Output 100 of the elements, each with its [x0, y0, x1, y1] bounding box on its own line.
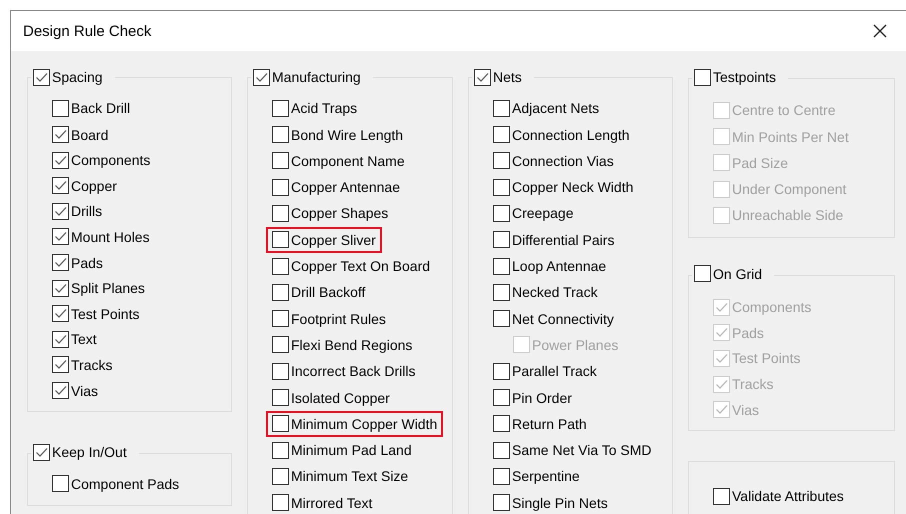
- checkbox[interactable]: [272, 178, 289, 196]
- checkbox[interactable]: [33, 444, 50, 461]
- checkbox-label[interactable]: Adjacent Nets: [512, 100, 600, 116]
- checkbox[interactable]: [694, 68, 711, 86]
- checkbox[interactable]: [272, 362, 289, 380]
- checkbox-label[interactable]: Keep In/Out: [52, 444, 127, 460]
- checkbox-label[interactable]: Bond Wire Length: [291, 126, 404, 143]
- checkbox[interactable]: [52, 126, 69, 144]
- checkbox[interactable]: [272, 100, 289, 117]
- checkbox[interactable]: [272, 442, 289, 459]
- checkbox-label[interactable]: Copper Antennae: [291, 179, 400, 196]
- checkbox[interactable]: [52, 152, 69, 169]
- checkbox[interactable]: [272, 494, 289, 512]
- checkbox-label[interactable]: Text: [71, 331, 97, 348]
- checkbox-label[interactable]: Single Pin Nets: [512, 494, 608, 511]
- checkbox-label[interactable]: Minimum Pad Land: [291, 442, 412, 458]
- checkbox[interactable]: [493, 389, 510, 406]
- checkbox-label[interactable]: Return Path: [512, 416, 587, 432]
- checkbox-label[interactable]: Copper Neck Width: [512, 179, 634, 196]
- checkbox-label[interactable]: Component Name: [291, 152, 405, 169]
- checkbox-label[interactable]: Split Planes: [71, 280, 145, 296]
- checkbox[interactable]: [52, 280, 69, 297]
- checkbox[interactable]: [52, 177, 69, 194]
- checkbox-label[interactable]: Nets: [493, 69, 522, 85]
- checkbox[interactable]: [33, 68, 50, 86]
- checkbox-label[interactable]: Net Connectivity: [512, 310, 614, 327]
- checkbox-label[interactable]: Test Points: [71, 306, 140, 322]
- checkbox[interactable]: [493, 178, 510, 196]
- checkbox-label[interactable]: Differential Pairs: [512, 232, 614, 248]
- checkbox-label[interactable]: Drill Backoff: [291, 284, 366, 300]
- checkbox[interactable]: [493, 468, 510, 485]
- checkbox[interactable]: [272, 389, 289, 406]
- checkbox-label[interactable]: Manufacturing: [272, 69, 361, 85]
- checkbox-label[interactable]: Mount Holes: [71, 228, 150, 245]
- checkbox[interactable]: [493, 231, 510, 248]
- checkbox-label[interactable]: Copper Text On Board: [291, 258, 430, 274]
- checkbox-label[interactable]: Minimum Text Size: [291, 468, 408, 484]
- checkbox-label[interactable]: Components: [71, 152, 150, 168]
- checkbox[interactable]: [272, 284, 289, 301]
- checkbox-label[interactable]: Incorrect Back Drills: [291, 363, 416, 380]
- checkbox-label[interactable]: Spacing: [52, 69, 103, 85]
- checkbox-label[interactable]: Serpentine: [512, 468, 580, 484]
- checkbox-label[interactable]: Necked Track: [512, 284, 598, 300]
- checkbox[interactable]: [493, 204, 510, 222]
- checkbox[interactable]: [474, 68, 491, 86]
- checkbox[interactable]: [52, 475, 69, 492]
- checkbox[interactable]: [694, 265, 711, 282]
- checkbox[interactable]: [272, 126, 289, 144]
- checkbox[interactable]: [493, 362, 510, 380]
- checkbox-label[interactable]: Pads: [71, 254, 103, 271]
- checkbox-label[interactable]: Mirrored Text: [291, 494, 372, 511]
- checkbox[interactable]: [493, 126, 510, 144]
- checkbox[interactable]: [272, 204, 289, 222]
- checkbox[interactable]: [493, 258, 510, 275]
- checkbox[interactable]: [52, 254, 69, 272]
- checkbox-label[interactable]: Pin Order: [512, 390, 572, 406]
- checkbox[interactable]: [493, 100, 510, 117]
- checkbox[interactable]: [52, 382, 69, 400]
- checkbox-label[interactable]: Tracks: [71, 356, 112, 373]
- checkbox-label[interactable]: Testpoints: [713, 69, 776, 85]
- checkbox-label[interactable]: Copper Sliver: [291, 232, 376, 248]
- checkbox-label[interactable]: Loop Antennae: [512, 258, 606, 274]
- checkbox[interactable]: [493, 152, 510, 170]
- checkbox[interactable]: [52, 305, 69, 322]
- checkbox[interactable]: [493, 415, 510, 432]
- checkbox-label[interactable]: Vias: [71, 382, 98, 399]
- checkbox[interactable]: [52, 228, 69, 246]
- checkbox-label[interactable]: Board: [71, 126, 108, 143]
- checkbox-label[interactable]: Validate Attributes: [732, 488, 844, 504]
- checkbox[interactable]: [493, 310, 510, 328]
- checkbox[interactable]: [493, 494, 510, 512]
- checkbox-label[interactable]: Connection Vias: [512, 152, 614, 169]
- checkbox[interactable]: [272, 152, 289, 170]
- checkbox-label[interactable]: Minimum Copper Width: [291, 416, 438, 432]
- checkbox-label[interactable]: Drills: [71, 203, 102, 220]
- checkbox[interactable]: [52, 330, 69, 348]
- checkbox-label[interactable]: Footprint Rules: [291, 310, 386, 327]
- checkbox[interactable]: [253, 68, 270, 86]
- checkbox[interactable]: [272, 468, 289, 485]
- checkbox-label[interactable]: Creepage: [512, 205, 574, 222]
- checkbox-label[interactable]: Parallel Track: [512, 363, 597, 380]
- checkbox[interactable]: [493, 284, 510, 301]
- checkbox[interactable]: [272, 258, 289, 275]
- checkbox-label[interactable]: On Grid: [713, 266, 762, 282]
- checkbox[interactable]: [272, 336, 289, 354]
- checkbox[interactable]: [52, 202, 69, 220]
- checkbox[interactable]: [713, 488, 730, 505]
- checkbox[interactable]: [493, 442, 510, 459]
- checkbox-label[interactable]: Component Pads: [71, 476, 180, 492]
- checkbox-label[interactable]: Back Drill: [71, 100, 130, 116]
- checkbox-label[interactable]: Copper: [71, 178, 117, 194]
- checkbox-label[interactable]: Flexi Bend Regions: [291, 336, 412, 353]
- checkbox[interactable]: [52, 100, 69, 117]
- checkbox[interactable]: [272, 310, 289, 328]
- checkbox[interactable]: [52, 356, 69, 374]
- checkbox-label[interactable]: Copper Shapes: [291, 205, 388, 222]
- checkbox-label[interactable]: Acid Traps: [291, 100, 358, 116]
- checkbox-label[interactable]: Connection Length: [512, 126, 630, 143]
- checkbox[interactable]: [272, 231, 289, 248]
- checkbox-label[interactable]: Isolated Copper: [291, 390, 390, 406]
